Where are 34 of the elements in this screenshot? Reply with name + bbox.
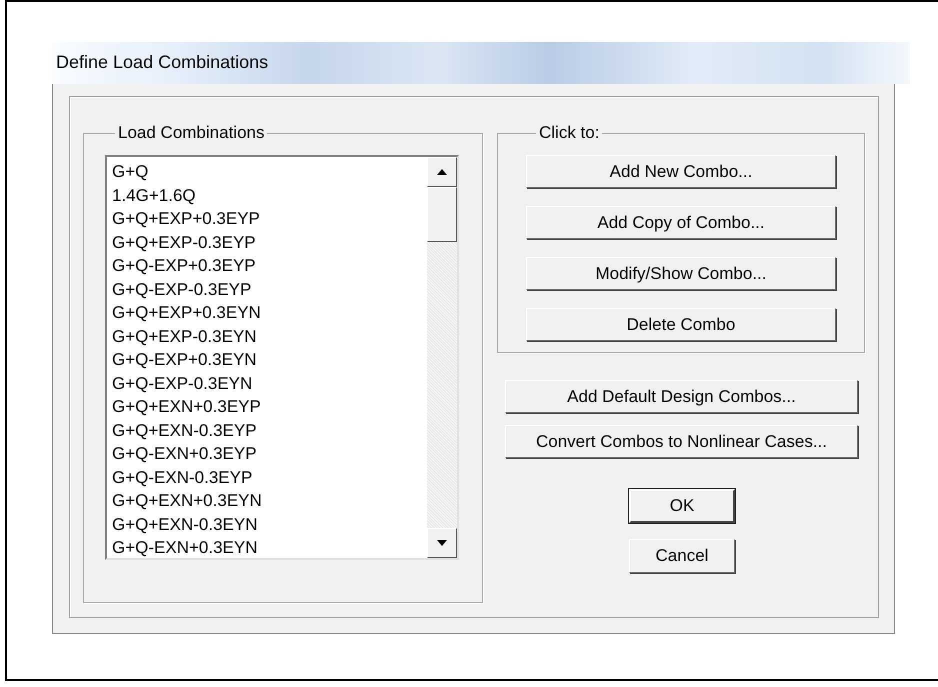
list-item[interactable]: G+Q-EXN-0.3EYP — [112, 466, 427, 489]
action-button[interactable]: Add Default Design Combos... — [505, 380, 858, 413]
list-item[interactable]: G+Q-EXN+0.3EYN — [112, 536, 427, 558]
list-item[interactable]: G+Q-EXP+0.3EYP — [112, 254, 427, 278]
list-item[interactable]: G+Q+EXP+0.3EYN — [112, 301, 427, 324]
list-item[interactable]: 1.4G+1.6Q — [112, 184, 427, 207]
scroll-up-button[interactable] — [427, 157, 457, 187]
list-item[interactable]: G+Q-EXP+0.3EYN — [112, 348, 427, 372]
list-item[interactable]: G+Q-EXP-0.3EYP — [112, 278, 427, 301]
list-item[interactable]: G+Q+EXP+0.3EYP — [112, 207, 427, 230]
scroll-thumb[interactable] — [427, 187, 457, 242]
action-button[interactable]: Modify/Show Combo... — [526, 257, 836, 290]
list-item[interactable]: G+Q+EXN-0.3EYP — [112, 418, 427, 442]
window-title: Define Load Combinations — [56, 52, 268, 72]
action-button[interactable]: Add Copy of Combo... — [526, 206, 836, 239]
scrollbar[interactable] — [427, 157, 457, 558]
list-item[interactable]: G+Q+EXP-0.3EYP — [112, 230, 427, 254]
up-arrow-icon — [437, 169, 447, 175]
list-item[interactable]: G+Q+EXP-0.3EYN — [112, 324, 427, 348]
down-arrow-icon — [437, 540, 447, 546]
ok-button[interactable]: OK — [629, 489, 735, 523]
group-label: Click to: — [538, 123, 600, 143]
list-item[interactable]: G+Q — [112, 160, 427, 184]
list-item[interactable]: G+Q-EXP-0.3EYN — [112, 372, 427, 395]
list-item[interactable]: G+Q+EXN+0.3EYP — [112, 395, 427, 418]
list-item[interactable]: G+Q+EXN-0.3EYN — [112, 512, 427, 536]
action-button[interactable]: Convert Combos to Nonlinear Cases... — [505, 425, 858, 458]
list-item[interactable]: G+Q+EXN+0.3EYN — [112, 489, 427, 512]
action-button[interactable]: Add New Combo... — [526, 155, 836, 188]
list-item[interactable]: G+Q-EXN+0.3EYP — [112, 442, 427, 466]
cancel-button[interactable]: Cancel — [629, 539, 735, 573]
action-button[interactable]: Delete Combo — [526, 308, 836, 341]
scroll-down-button[interactable] — [427, 528, 457, 558]
group-label: Load Combinations — [117, 123, 266, 143]
